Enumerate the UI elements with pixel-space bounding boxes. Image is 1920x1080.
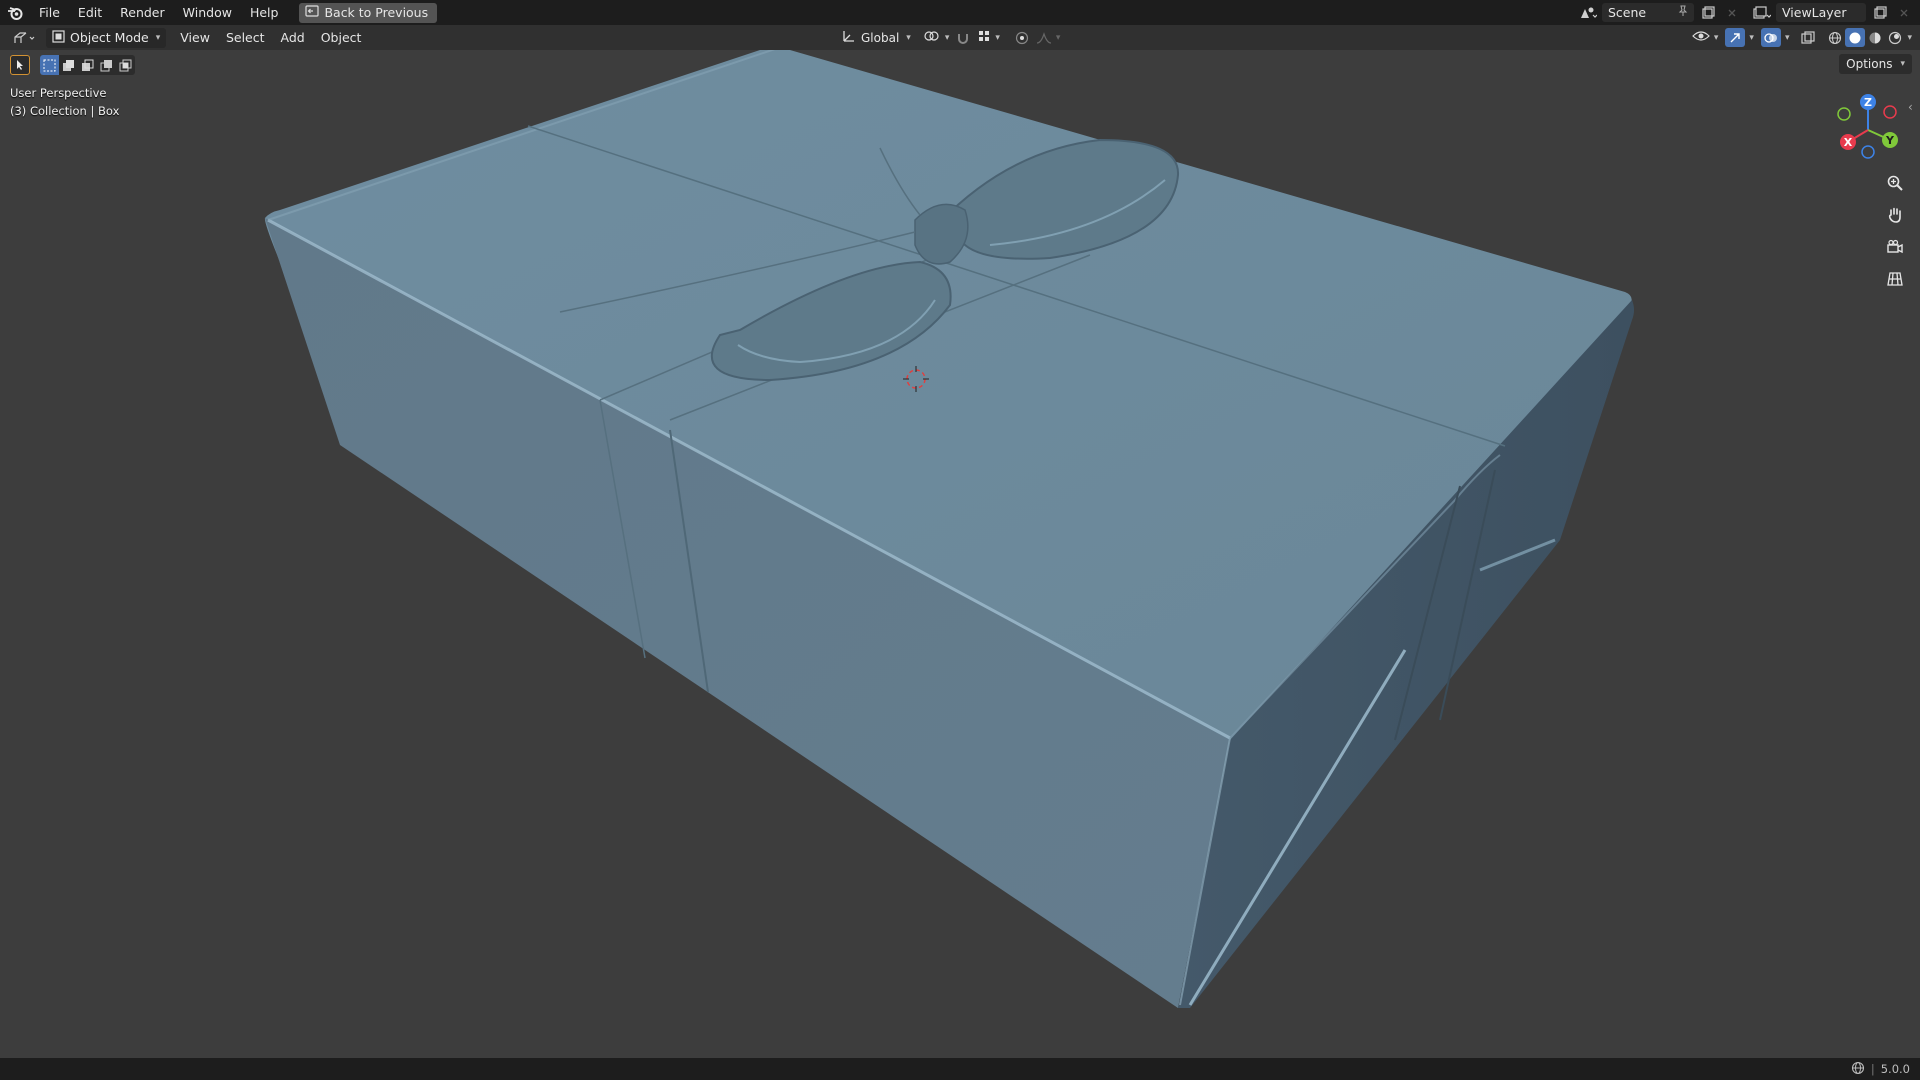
axis-x-label: X (1844, 136, 1853, 149)
menu-object[interactable]: Object (313, 25, 370, 50)
view-layer-name: ViewLayer (1782, 5, 1847, 20)
selection-tool-row (10, 54, 135, 76)
select-new-icon[interactable] (40, 55, 59, 75)
orientation-label: Global (861, 30, 900, 45)
version-label: 5.0.0 (1880, 1062, 1910, 1076)
chevron-down-icon: ▾ (995, 32, 1000, 43)
network-icon (1851, 1061, 1865, 1078)
close-icon[interactable] (1722, 3, 1742, 22)
chevron-down-icon: ▾ (1055, 32, 1061, 43)
pivot-icon (923, 29, 941, 46)
back-icon (305, 5, 320, 20)
select-intersect-icon[interactable] (116, 55, 135, 75)
axis-neg-y-icon (1837, 107, 1851, 121)
chevron-down-icon: ▾ (155, 32, 161, 43)
chevron-down-icon: ▾ (1784, 32, 1790, 43)
select-tool-icon[interactable] (10, 55, 30, 75)
object-mode-dropdown[interactable]: Object Mode ▾ (46, 27, 167, 48)
blender-logo-icon[interactable] (0, 0, 30, 25)
scene-name-field[interactable]: Scene (1602, 3, 1694, 22)
chevron-down-icon: ▾ (944, 32, 950, 43)
chevron-down-icon: ▾ (906, 32, 911, 43)
scene-name: Scene (1608, 5, 1647, 20)
snap-target-dropdown[interactable]: ▾ (977, 29, 1000, 46)
camera-icon[interactable] (1882, 234, 1908, 260)
menu-add[interactable]: Add (273, 25, 313, 50)
navigation-buttons (1882, 170, 1908, 292)
object-mode-label: Object Mode (70, 30, 149, 45)
editor-type-icon[interactable] (10, 28, 40, 47)
menu-file[interactable]: File (30, 0, 69, 25)
proportional-edit-icon[interactable] (1012, 28, 1032, 47)
select-extend-icon[interactable] (59, 55, 78, 75)
grid-icon[interactable] (1882, 266, 1908, 292)
options-label: Options (1846, 57, 1893, 71)
options-dropdown[interactable]: Options ▾ (1839, 54, 1912, 74)
gift-box-model[interactable] (0, 50, 1920, 1058)
snap-toggle-icon[interactable] (953, 28, 973, 47)
chevron-down-icon: ▾ (1900, 59, 1905, 69)
axis-neg-x-icon (1883, 105, 1897, 119)
axis-y-label: Y (1885, 134, 1895, 147)
menu-view[interactable]: View (172, 25, 218, 50)
select-difference-icon[interactable] (97, 55, 116, 75)
select-subtract-icon[interactable] (78, 55, 97, 75)
solid-shading-icon[interactable] (1845, 28, 1866, 47)
axis-z-label: Z (1864, 96, 1872, 109)
close-view-layer-icon[interactable] (1894, 3, 1914, 22)
back-to-previous-button[interactable]: Back to Previous (299, 2, 438, 23)
viewport-header: Object Mode ▾ View Select Add Object Glo… (0, 25, 1920, 50)
3d-viewport[interactable] (0, 50, 1920, 1058)
scene-icon[interactable] (1578, 3, 1598, 22)
view-layer-field[interactable]: ViewLayer (1776, 3, 1866, 22)
menu-window[interactable]: Window (174, 0, 241, 25)
wireframe-shading-icon[interactable] (1825, 28, 1845, 47)
axis-neg-z-icon (1861, 145, 1875, 159)
transform-orientation-icon (842, 29, 856, 46)
visibility-icon (1692, 29, 1710, 46)
overlay-toggle[interactable]: ▾ (1760, 28, 1790, 47)
view-perspective-label: User Perspective (10, 86, 107, 100)
rendered-shading-icon[interactable] (1885, 28, 1905, 47)
chevron-down-icon: ▾ (1749, 32, 1754, 43)
chevron-down-icon[interactable]: ▾ (1907, 33, 1912, 43)
visibility-dropdown[interactable]: ▾ (1692, 29, 1719, 46)
menu-render[interactable]: Render (111, 0, 174, 25)
material-shading-icon[interactable] (1865, 28, 1885, 47)
snap-icon (977, 29, 991, 46)
hand-pan-icon[interactable] (1882, 202, 1908, 228)
transform-orientation-dropdown[interactable]: Global ▾ (838, 28, 915, 48)
overlay-icon (1760, 28, 1781, 47)
new-view-layer-icon[interactable] (1870, 3, 1890, 22)
menu-select[interactable]: Select (218, 25, 273, 50)
top-bar: File Edit Render Window Help Back to Pre… (0, 0, 1920, 25)
back-to-previous-label: Back to Previous (324, 5, 429, 20)
active-collection-label: (3) Collection | Box (10, 104, 120, 118)
xray-icon[interactable] (1798, 28, 1818, 47)
zoom-icon[interactable] (1882, 170, 1908, 196)
status-bar: | 5.0.0 (0, 1058, 1920, 1080)
chevron-down-icon: ▾ (1713, 32, 1719, 43)
gizmo-toggle[interactable]: ▾ (1725, 28, 1754, 47)
navigation-gizmo[interactable]: Z Y X (1828, 90, 1908, 170)
new-scene-icon[interactable] (1698, 3, 1718, 22)
view-layer-icon[interactable] (1752, 3, 1772, 22)
sidebar-toggle-icon[interactable]: ‹ (1908, 100, 1913, 114)
pin-icon[interactable] (1678, 5, 1688, 20)
gizmo-icon (1725, 28, 1746, 47)
proportional-falloff-dropdown[interactable]: ▾ (1036, 31, 1061, 44)
menu-edit[interactable]: Edit (69, 0, 111, 25)
menu-help[interactable]: Help (241, 0, 288, 25)
object-mode-icon (52, 29, 65, 46)
pivot-point-dropdown[interactable]: ▾ (923, 29, 950, 46)
